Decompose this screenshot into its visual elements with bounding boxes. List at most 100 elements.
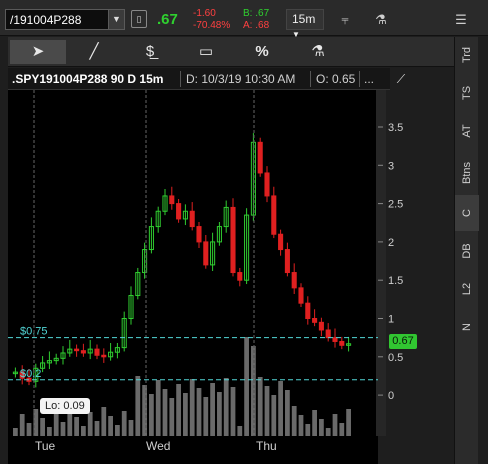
volume-bar bbox=[74, 417, 79, 436]
chart-title: .SPY191004P288 90 D 15m bbox=[12, 72, 164, 86]
arrow-cursor-icon[interactable]: ➤ bbox=[10, 40, 66, 64]
tab-trd[interactable]: Trd bbox=[455, 37, 479, 73]
y-tick-label: 3.5 bbox=[388, 122, 403, 134]
open-price: O: 0.65 bbox=[316, 72, 356, 86]
candle-body bbox=[291, 272, 297, 289]
last-price: .67 bbox=[157, 11, 178, 28]
candle-body bbox=[264, 172, 270, 197]
triangle-down-icon[interactable]: ▼ bbox=[108, 10, 124, 29]
candle-body bbox=[237, 272, 243, 281]
candle-body bbox=[80, 350, 86, 354]
y-tick-label: 0.5 bbox=[388, 352, 403, 364]
candle-body bbox=[203, 241, 209, 266]
candle-body bbox=[189, 210, 195, 228]
top-bar: /191004P288 ▼ ▯ .67 -1.60 -70.48% B: .67… bbox=[0, 0, 488, 39]
header-divider bbox=[310, 71, 311, 87]
percent-change: -70.48% bbox=[193, 20, 231, 31]
x-tick-label: Thu bbox=[256, 439, 277, 453]
volume-bar bbox=[40, 418, 45, 436]
beakers-icon[interactable]: ⚗ bbox=[290, 40, 346, 64]
style-icon[interactable]: ⫧ bbox=[333, 9, 357, 30]
tab-label: L2 bbox=[461, 282, 473, 296]
volume-bar bbox=[169, 398, 175, 436]
y-tick-label: 0 bbox=[388, 390, 394, 402]
candle-body bbox=[325, 329, 331, 339]
y-tick-label: 2.5 bbox=[388, 199, 403, 211]
candle-body bbox=[271, 195, 277, 235]
volume-bar bbox=[162, 389, 168, 436]
more-values[interactable]: ... bbox=[364, 72, 374, 86]
y-tick-label: 1.5 bbox=[388, 275, 403, 287]
volume-bar bbox=[60, 422, 66, 436]
volume-bar bbox=[312, 410, 317, 436]
trendline-icon[interactable]: ╱ bbox=[66, 40, 122, 64]
candle-body bbox=[284, 249, 290, 274]
volume-bar bbox=[285, 390, 290, 436]
tab-btns[interactable]: Btns bbox=[455, 151, 479, 195]
candle-body bbox=[278, 233, 284, 251]
volume-bar bbox=[101, 407, 107, 436]
tab-label: Trd bbox=[461, 46, 473, 64]
price-level-icon[interactable]: $̲ bbox=[122, 40, 178, 64]
volume-bar bbox=[26, 423, 32, 436]
rectangle-icon[interactable]: ▭ bbox=[178, 40, 234, 64]
candle-body bbox=[318, 321, 324, 331]
ask-price: A: .68 bbox=[243, 20, 270, 31]
last-price-tag: 0.67 bbox=[389, 334, 417, 349]
volume-bar bbox=[53, 413, 59, 436]
tab-n[interactable]: N bbox=[455, 309, 479, 345]
volume-bar bbox=[183, 393, 188, 436]
volume-bar bbox=[230, 387, 236, 436]
volume-bar bbox=[339, 423, 345, 436]
x-tick-label: Wed bbox=[146, 439, 170, 453]
candle-body bbox=[176, 203, 182, 220]
tab-label: N bbox=[461, 323, 473, 331]
volume-bar bbox=[319, 419, 324, 436]
tab-c[interactable]: C bbox=[455, 195, 479, 231]
low-tooltip: Lo: 0.09 bbox=[40, 398, 90, 414]
candle-body bbox=[339, 340, 345, 346]
timeframe-label: 15m bbox=[292, 12, 316, 26]
volume-bar bbox=[176, 384, 181, 436]
candle-body bbox=[101, 354, 107, 358]
tab-label: Btns bbox=[461, 161, 473, 185]
price-level-label: $0.2 bbox=[20, 368, 41, 380]
volume-bar bbox=[223, 378, 229, 436]
x-tick-label: Tue bbox=[35, 439, 56, 453]
expansion-area bbox=[376, 90, 386, 436]
volume-bar bbox=[149, 394, 154, 436]
link-icon[interactable]: ▯ bbox=[131, 10, 147, 28]
tab-db[interactable]: DB bbox=[455, 233, 479, 269]
volume-bar bbox=[305, 424, 311, 436]
net-change: -1.60 bbox=[193, 8, 216, 19]
volume-bar bbox=[47, 427, 52, 436]
volume-bar bbox=[203, 397, 209, 436]
volume-bar bbox=[332, 414, 338, 436]
symbol-selector[interactable]: /191004P288 ▼ bbox=[5, 9, 125, 30]
volume-bar bbox=[291, 406, 297, 436]
tab-ts[interactable]: TS bbox=[455, 75, 479, 111]
tab-label: AT bbox=[461, 124, 473, 138]
side-tab-strip: Trd TS AT Btns C DB L2 N bbox=[454, 37, 479, 464]
chart-header: .SPY191004P288 90 D 15m D: 10/3/19 10:30… bbox=[8, 68, 390, 90]
tab-at[interactable]: AT bbox=[455, 113, 479, 149]
volume-bar bbox=[264, 386, 270, 436]
bid-price: B: .67 bbox=[243, 8, 270, 19]
candle-body bbox=[74, 348, 80, 352]
chart-window: /191004P288 ▼ ▯ .67 -1.60 -70.48% B: .67… bbox=[0, 0, 488, 464]
symbol-text[interactable]: /191004P288 bbox=[10, 13, 81, 27]
price-level-label: $0.75 bbox=[20, 326, 48, 338]
hamburger-icon[interactable]: ☰ bbox=[450, 9, 472, 30]
percent-tool[interactable]: % bbox=[234, 40, 290, 64]
candle-body bbox=[332, 337, 338, 342]
chart-scale-icon[interactable]: ⟋ bbox=[390, 68, 412, 90]
timeframe-dropdown[interactable]: 15m ▼ bbox=[286, 9, 324, 39]
volume-bar bbox=[94, 421, 100, 436]
tab-label: DB bbox=[461, 243, 473, 259]
volume-bar bbox=[81, 426, 86, 436]
tab-l2[interactable]: L2 bbox=[455, 271, 479, 307]
studies-flask-icon[interactable]: ⚗ bbox=[369, 9, 393, 30]
y-tick-label: 1 bbox=[388, 314, 394, 326]
candle-body bbox=[94, 348, 100, 356]
volume-bar bbox=[155, 380, 161, 436]
